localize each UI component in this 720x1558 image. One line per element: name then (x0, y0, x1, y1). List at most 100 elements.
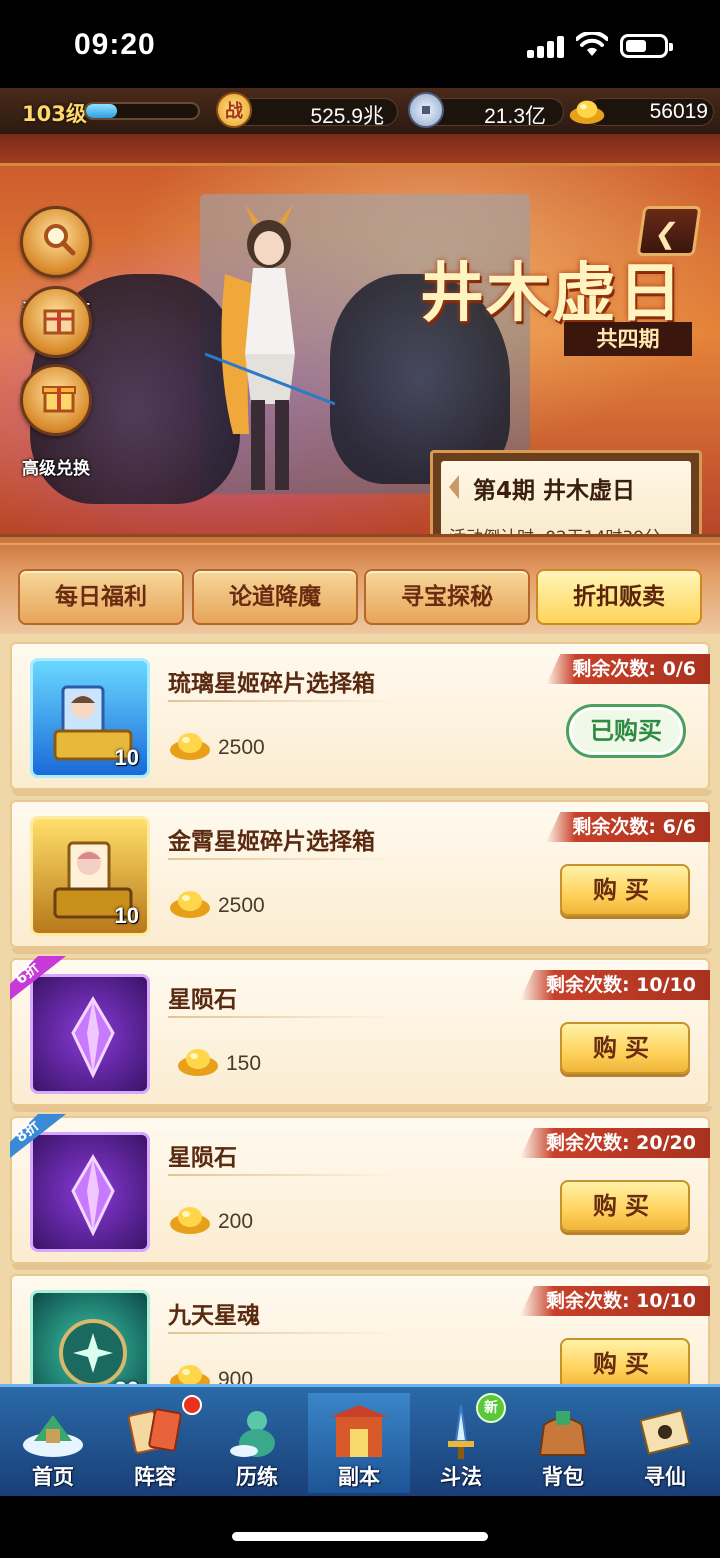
exp-bar-fill (86, 104, 118, 118)
remaining-count: 剩余次数: 6/6 (546, 812, 710, 842)
item-name: 星陨石 (168, 1145, 237, 1171)
game-screen: 103级 战 525.9兆 21.3亿 56019 高级兑换 ❮ 井木虚日 共四… (0, 88, 720, 1496)
gold-ingot-icon (178, 1049, 218, 1076)
nav-label: 阵容 (134, 1465, 176, 1489)
discount-tag: 6折 (10, 956, 70, 1000)
nav-label: 首页 (32, 1465, 74, 1489)
price-value: 150 (226, 1052, 262, 1075)
discount-tag: 8折 (10, 1114, 70, 1158)
normal-exchange-button[interactable] (20, 286, 92, 358)
item-thumbnail: 10 (30, 816, 150, 936)
gold-ingot-icon (170, 733, 210, 760)
event-title: 井木虚日 (420, 256, 684, 331)
item-name: 星陨石 (168, 987, 237, 1013)
advanced-exchange-label: 高级兑换 (22, 459, 90, 479)
banner-roof (0, 134, 720, 166)
nav-item-dungeon[interactable]: 副本 (308, 1393, 410, 1493)
star-meteorite-crystal-icon (71, 1154, 115, 1237)
battery-icon (620, 34, 673, 58)
event-countdown: 活动倒计时: 02天14时39分 (449, 523, 661, 534)
star-meteorite-crystal-icon (71, 996, 115, 1079)
advanced-exchange-button[interactable] (20, 364, 92, 436)
home-cloud-icon (23, 1415, 83, 1457)
stage-prev-arrow-icon[interactable] (449, 475, 459, 499)
gold-value: 56019 (649, 100, 708, 123)
new-badge: 新 (476, 1393, 506, 1423)
shop-list: 10 琉璃星姬碎片选择箱 2500 剩余次数: 0/6 已购买 10 金霄星姬碎… (0, 634, 720, 1496)
name-divider (168, 1174, 396, 1176)
purchased-badge: 已购买 (566, 704, 686, 758)
nav-item-home[interactable]: 首页 (2, 1393, 104, 1493)
item-quantity: 10 (114, 745, 139, 770)
player-level: 103级 (22, 102, 87, 126)
remaining-count: 剩余次数: 10/10 (519, 970, 710, 1000)
remaining-count: 剩余次数: 0/6 (546, 654, 710, 684)
silver-coin-icon (408, 92, 444, 128)
buy-button[interactable]: 购买 (560, 1022, 690, 1074)
premium-gift-icon (42, 386, 76, 413)
name-divider (168, 700, 396, 702)
power-value: 525.9兆 (310, 105, 384, 128)
item-name: 琉璃星姬碎片选择箱 (168, 671, 375, 697)
nav-item-duel[interactable]: 新 斗法 (410, 1393, 512, 1493)
price-value: 2500 (218, 894, 265, 917)
shop-item-card: 6折 星陨石 150 剩余次数: 10/10 购买 (10, 956, 712, 1112)
item-quantity: 10 (114, 903, 139, 928)
gold-ingot-icon (569, 100, 605, 124)
status-time: 09:20 (74, 28, 156, 61)
wifi-icon (576, 32, 608, 56)
home-indicator[interactable] (232, 1532, 488, 1541)
nav-label: 历练 (236, 1465, 278, 1489)
tab-discount-sale[interactable]: 折扣贩卖 (536, 569, 702, 625)
tab-treasure-hunt[interactable]: 寻宝探秘 (364, 569, 530, 625)
status-bar: 09:20 (0, 0, 720, 88)
item-name: 九天星魂 (168, 1303, 260, 1329)
buy-button[interactable]: 购买 (560, 864, 690, 916)
bottom-nav: 首页 阵容 历练 副本 新 斗法 背包 寻仙 (0, 1384, 720, 1496)
power-icon: 战 (216, 92, 252, 128)
stage-panel: 第4期 井木虚日 活动倒计时: 02天14时39分 (430, 450, 702, 534)
gold-ingot-icon (170, 1207, 210, 1234)
cellular-signal-icon (527, 36, 565, 58)
nav-item-bag[interactable]: 背包 (512, 1393, 614, 1493)
event-periods: 共四期 (564, 322, 692, 356)
nav-item-lineup[interactable]: 阵容 (104, 1393, 206, 1493)
item-name: 金霄星姬碎片选择箱 (168, 829, 375, 855)
buy-button[interactable]: 购买 (560, 1338, 690, 1390)
gift-box-icon (43, 309, 75, 335)
silver-value: 21.3亿 (484, 105, 546, 128)
nav-label: 副本 (338, 1465, 380, 1489)
name-divider (168, 858, 396, 860)
exp-bar (84, 102, 200, 120)
name-divider (168, 1016, 396, 1018)
item-thumbnail: 10 (30, 658, 150, 778)
tab-debate-demons[interactable]: 论道降魔 (192, 569, 358, 625)
activity-guide-button[interactable] (20, 206, 92, 278)
nav-label: 寻仙 (644, 1465, 686, 1489)
nav-item-training[interactable]: 历练 (206, 1393, 308, 1493)
stage-name: 第4期 井木虚日 (473, 478, 636, 504)
gold-ingot-icon (170, 891, 210, 918)
magnifier-icon (44, 224, 76, 256)
tab-daily-welfare[interactable]: 每日福利 (18, 569, 184, 625)
remaining-count: 剩余次数: 20/20 (519, 1128, 710, 1158)
scroll-icon (639, 1409, 691, 1455)
shop-item-card: 10 金霄星姬碎片选择箱 2500 剩余次数: 6/6 购买 (10, 800, 712, 954)
nav-label: 斗法 (440, 1465, 482, 1489)
home-indicator-area (0, 1496, 720, 1558)
nav-label: 背包 (542, 1465, 584, 1489)
shop-item-card: 10 琉璃星姬碎片选择箱 2500 剩余次数: 0/6 已购买 (10, 642, 712, 796)
shop-item-card: 8折 星陨石 200 剩余次数: 20/20 购买 (10, 1114, 712, 1270)
resource-bar: 103级 战 525.9兆 21.3亿 56019 (0, 88, 720, 134)
buy-button[interactable]: 购买 (560, 1180, 690, 1232)
name-divider (168, 1332, 396, 1334)
gourd-icon (230, 1411, 275, 1457)
notification-dot (182, 1395, 202, 1415)
price-value: 2500 (218, 736, 265, 759)
bag-icon (538, 1411, 588, 1456)
event-banner: 活动指南 普通兑换 高级兑换 ❮ 井木虚日 共四期 第4期 井木虚日 活动倒计时… (0, 134, 720, 534)
tab-bar: 每日福利 论道降魔 寻宝探秘 折扣贩卖 (0, 534, 720, 634)
stage-panel-inner: 第4期 井木虚日 活动倒计时: 02天14时39分 (441, 461, 691, 534)
nav-item-seek-immortal[interactable]: 寻仙 (614, 1393, 716, 1493)
gate-icon (330, 1405, 388, 1457)
